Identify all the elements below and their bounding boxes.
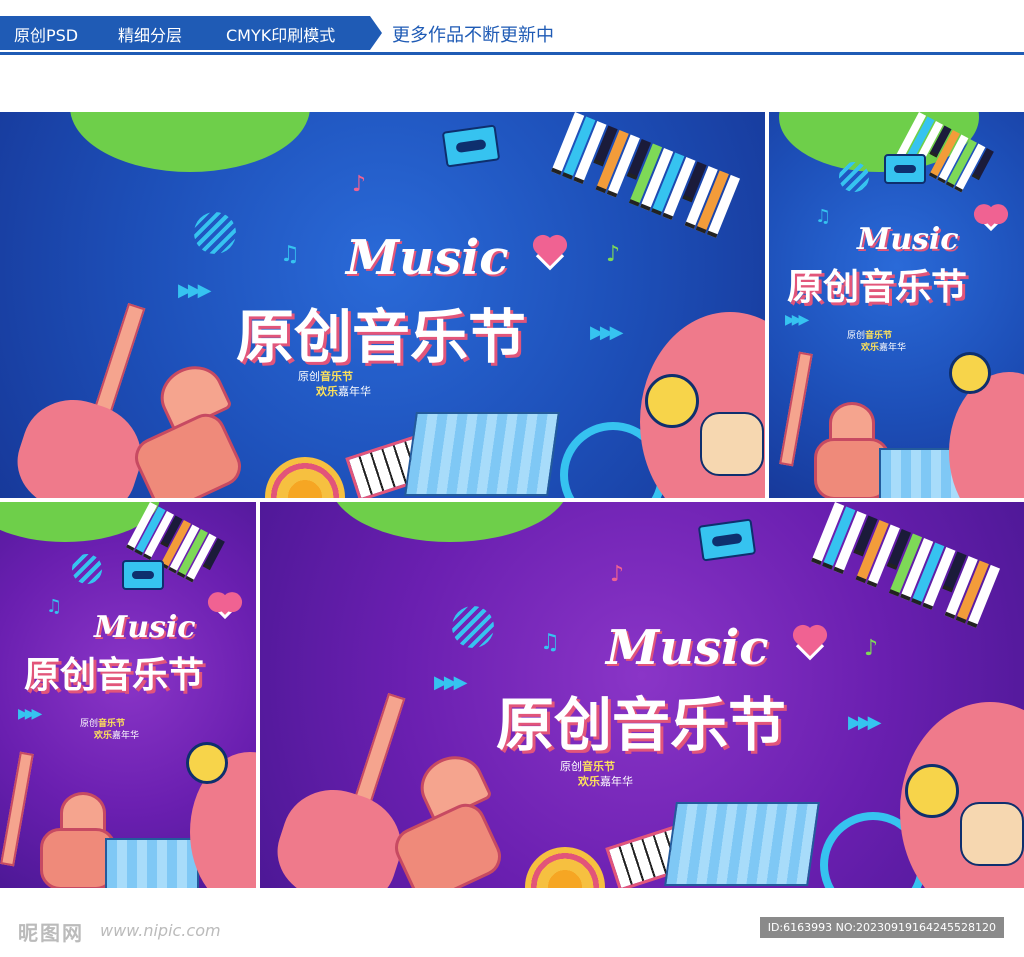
festival-subtitle: 原创音乐节 欢乐嘉年华 — [560, 760, 633, 788]
accordion-icon — [664, 802, 820, 886]
accordion-icon — [404, 412, 560, 496]
music-note-icon: ♫ — [280, 242, 300, 267]
poster-purple-portrait: ♫ Music 原创音乐节 原创音乐节 欢乐嘉年华 ▶▶▶ — [0, 502, 256, 888]
cassette-icon — [884, 154, 926, 184]
music-title: Music — [346, 230, 509, 286]
header-divider — [0, 52, 1024, 55]
poster-blue-portrait: ♫ Music 原创音乐节 原创音乐节 欢乐嘉年华 ▶▶▶ — [769, 112, 1024, 498]
music-title: Music — [606, 620, 769, 676]
poster-purple-wide: ♪ ♫ ♪ ▶▶▶ ▶▶▶ Music 原创音乐节 原创音乐节 欢乐嘉年华 — [260, 502, 1024, 888]
festival-title: 原创音乐节 — [496, 691, 787, 759]
striped-circle-decoration — [452, 606, 494, 648]
feature-tag-bar: 原创PSD 精细分层 CMYK印刷模式 — [0, 16, 370, 50]
piano-keys-decoration — [811, 502, 1002, 629]
heart-icon — [535, 237, 565, 267]
music-title: Music — [857, 222, 959, 257]
trumpet-tube — [388, 797, 508, 888]
festival-title: 原创音乐节 — [24, 655, 205, 696]
microphone-icon — [645, 374, 699, 428]
fast-forward-icon: ▶▶▶ — [434, 672, 467, 693]
green-blob — [330, 502, 570, 542]
music-note-icon: ♫ — [815, 206, 832, 227]
festival-subtitle: 原创音乐节 欢乐嘉年华 — [80, 719, 140, 742]
music-note-icon: ♫ — [46, 596, 63, 617]
piano-keys-decoration — [551, 112, 742, 239]
more-works-text: 更多作品不断更新中 — [392, 25, 554, 46]
fast-forward-icon: ▶▶▶ — [178, 280, 211, 301]
microphone-icon — [905, 764, 959, 818]
music-note-icon: ♪ — [864, 636, 879, 661]
music-note-icon: ♪ — [352, 172, 367, 197]
heart-icon — [795, 627, 825, 657]
poster-blue-wide: ♪ ♫ ♪ ▶▶▶ ▶▶▶ Music 原创音乐节 原创音乐节 欢乐嘉年华 — [0, 112, 765, 498]
microphone-icon — [186, 742, 228, 784]
green-blob — [70, 112, 310, 172]
hand-icon — [960, 802, 1024, 866]
tag-layers: 精细分层 — [118, 26, 183, 45]
music-title: Music — [94, 610, 196, 645]
festival-subtitle: 原创音乐节 欢乐嘉年华 — [847, 331, 907, 354]
festival-subtitle: 原创音乐节 欢乐嘉年华 — [298, 370, 371, 398]
cassette-icon — [697, 518, 757, 562]
guitar-icon — [779, 351, 813, 467]
music-note-icon: ♪ — [606, 242, 621, 267]
tag-psd: 原创PSD — [14, 26, 79, 45]
trumpet-tube — [128, 407, 248, 498]
fast-forward-icon: ▶▶▶ — [848, 712, 881, 733]
guitar-icon — [0, 751, 34, 867]
top-banner: 原创PSD 精细分层 CMYK印刷模式 更多作品不断更新中 — [0, 12, 1024, 55]
music-note-icon: ♪ — [610, 562, 625, 587]
cassette-icon — [122, 560, 164, 590]
festival-title: 原创音乐节 — [236, 303, 527, 371]
site-logo: 昵图网 — [18, 921, 84, 945]
music-note-icon: ♫ — [540, 630, 560, 655]
striped-circle-decoration — [72, 554, 102, 584]
cassette-icon — [441, 124, 501, 168]
footer: 昵图网 www.nipic.com ID:6163993 NO:20230919… — [0, 905, 1024, 957]
striped-circle-decoration — [194, 212, 236, 254]
guitar-body — [265, 776, 415, 888]
fast-forward-icon: ▶▶▶ — [18, 706, 42, 722]
accordion-icon — [105, 838, 199, 888]
fast-forward-icon: ▶▶▶ — [590, 322, 623, 343]
tag-cmyk: CMYK印刷模式 — [226, 26, 336, 45]
fast-forward-icon: ▶▶▶ — [785, 312, 809, 328]
site-url[interactable]: www.nipic.com — [100, 921, 221, 940]
microphone-icon — [949, 352, 991, 394]
tag-arrow — [370, 16, 382, 50]
striped-circle-decoration — [839, 162, 869, 192]
speaker-icon — [265, 457, 345, 498]
speaker-icon — [525, 847, 605, 888]
heart-icon — [215, 595, 235, 615]
image-id-label: ID:6163993 NO:20230919164245528120 — [759, 917, 1004, 938]
guitar-body — [5, 386, 155, 498]
festival-title: 原创音乐节 — [787, 267, 968, 308]
hand-icon — [700, 412, 764, 476]
heart-icon — [981, 207, 1001, 227]
